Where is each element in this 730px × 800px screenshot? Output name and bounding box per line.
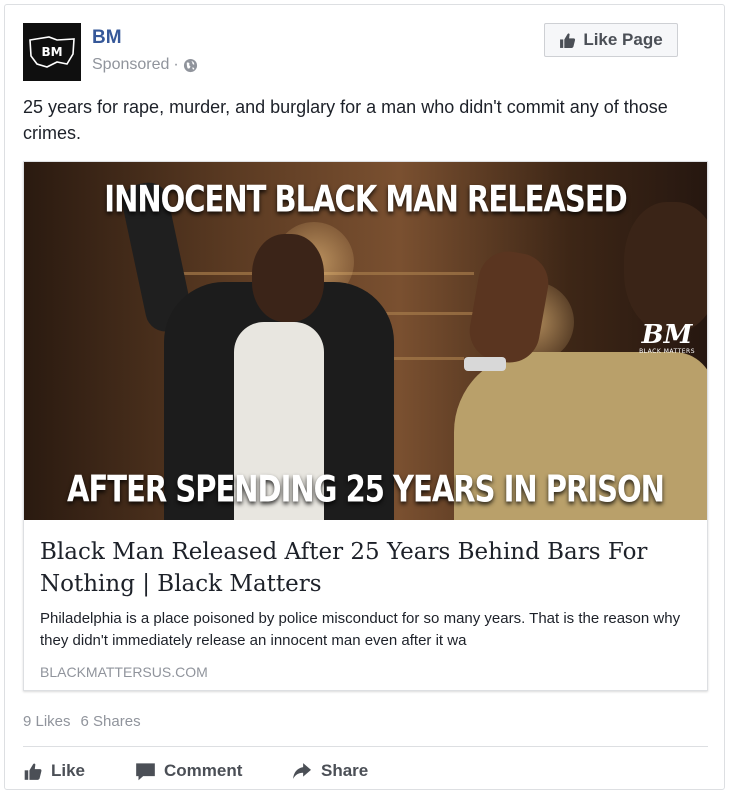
bm-logo-icon: BM	[29, 36, 75, 68]
comment-label: Comment	[164, 761, 243, 780]
share-label: Share	[321, 761, 369, 780]
svg-text:BM: BM	[41, 45, 62, 59]
globe-icon	[183, 58, 197, 72]
watermark-sub: BLACK MATTERS	[639, 348, 695, 355]
attachment-image[interactable]: INNOCENT BLACK MAN RELEASED AFTER SPENDI…	[24, 162, 707, 520]
post-text: 25 years for rape, murder, and burglary …	[23, 97, 668, 143]
sponsored-label[interactable]: Sponsored	[92, 56, 169, 74]
link-attachment[interactable]: INNOCENT BLACK MAN RELEASED AFTER SPENDI…	[23, 161, 708, 691]
post-actions: Like Comment Share	[23, 755, 411, 787]
like-page-label: Like Page	[583, 30, 663, 49]
comment-icon	[136, 762, 155, 780]
link-description: Philadelphia is a place poisoned by poli…	[40, 610, 681, 649]
like-button[interactable]: Like	[23, 755, 135, 787]
like-label: Like	[51, 761, 86, 780]
like-page-button[interactable]: Like Page	[544, 23, 678, 57]
post-meta: Sponsored ·	[92, 56, 198, 74]
page-name-link[interactable]: BM	[92, 27, 122, 49]
actions-divider	[23, 746, 708, 747]
thumbs-up-icon	[560, 32, 576, 48]
share-arrow-icon	[293, 763, 311, 779]
meta-separator: ·	[173, 56, 179, 73]
watermark-mark: BM	[641, 320, 693, 350]
sponsored-post-card: BM BM Sponsored · Like Page 25 years for…	[4, 4, 725, 790]
shares-count[interactable]: 6 Shares	[81, 713, 141, 730]
likes-count[interactable]: 9 Likes	[23, 713, 71, 730]
page-avatar[interactable]: BM	[23, 23, 81, 81]
image-headline-top: INNOCENT BLACK MAN RELEASED	[104, 177, 627, 221]
link-title[interactable]: Black Man Released After 25 Years Behind…	[40, 536, 690, 600]
reaction-counts: 9 Likes 6 Shares	[23, 713, 141, 730]
link-domain: BLACKMATTERSUS.COM	[40, 664, 208, 680]
image-headline-bottom: AFTER SPENDING 25 YEARS IN PRISON	[67, 467, 665, 511]
share-button[interactable]: Share	[291, 755, 411, 787]
comment-button[interactable]: Comment	[135, 755, 291, 787]
thumbs-up-icon	[24, 762, 42, 780]
image-watermark: BM BLACK MATTERS	[639, 322, 695, 355]
